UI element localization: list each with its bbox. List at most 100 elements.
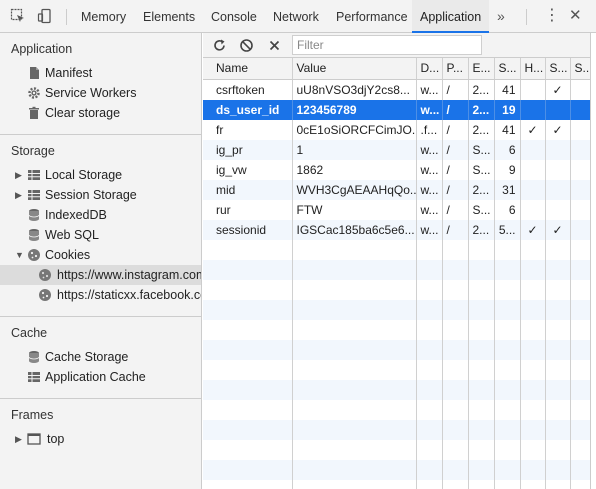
empty-table-row [203,279,596,300]
gear-icon [28,87,40,99]
menu-kebab-icon[interactable]: ⋮ [544,0,560,33]
column-header-httponly[interactable]: H... [519,58,545,80]
table-row[interactable]: rur FTW w... / S... 6 [203,199,596,220]
sidebar-item-session-storage[interactable]: ▶ Session Storage [0,185,201,205]
filter-input[interactable] [292,35,482,55]
empty-cell [203,419,292,440]
sidebar-item-indexeddb[interactable]: IndexedDB [0,205,201,225]
table-row[interactable]: ig_pr 1 w... / S... 6 [203,139,596,160]
column-header-domain[interactable]: D... [415,58,442,80]
empty-cell [519,299,545,320]
empty-cell [203,279,292,300]
empty-cell [519,419,545,440]
cell-httponly [519,99,545,120]
cell-expires: S... [467,159,494,180]
sidebar-item-manifest[interactable]: Manifest [0,63,201,83]
sidebar-item-frame-top[interactable]: ▶ top [0,429,201,449]
cell-domain: w... [415,99,442,120]
empty-cell [291,259,416,280]
empty-cell [467,239,494,260]
sidebar-item-local-storage[interactable]: ▶ Local Storage [0,165,201,185]
table-row[interactable]: ds_user_id 123456789 w... / 2... 19 [203,99,596,120]
empty-cell [493,359,520,380]
sidebar-item-cookie-origin[interactable]: https://www.instagram.com [0,265,201,285]
cell-domain: w... [415,219,442,240]
table-row[interactable]: mid WVH3CgAEAAHqQo... w... / 2... 31 [203,179,596,200]
empty-cell [519,459,545,480]
tab-application[interactable]: Application [412,0,490,33]
expand-arrow-icon[interactable]: ▶ [15,429,22,449]
element-picker-icon[interactable] [10,8,26,24]
empty-cell [467,399,494,420]
tab-console[interactable]: Console [209,0,259,33]
device-toolbar-icon[interactable] [37,8,53,24]
empty-cell [467,259,494,280]
tab-elements[interactable]: Elements [141,0,197,33]
more-tabs-button[interactable]: » [497,0,505,33]
expand-arrow-icon[interactable]: ▶ [15,165,22,185]
empty-cell [493,419,520,440]
cell-domain: w... [415,139,442,160]
empty-cell [415,479,442,489]
sidebar-item-clear-storage[interactable]: Clear storage [0,103,201,123]
empty-cell [493,279,520,300]
cell-path: / [441,99,468,120]
empty-table-row [203,299,596,320]
column-header-expires[interactable]: E... [467,58,494,80]
grid-icon [28,170,40,180]
cell-value: FTW [291,199,416,220]
table-header-row: Name Value D... P... E... S... H... S...… [203,58,596,80]
tab-memory[interactable]: Memory [79,0,128,33]
empty-cell [493,439,520,460]
cell-expires: 2... [467,99,494,120]
cell-path: / [441,79,468,100]
empty-cell [519,359,545,380]
empty-cell [415,279,442,300]
table-row[interactable]: fr 0cE1oSiORCFCimJO... .f... / 2... 41 ✓… [203,119,596,140]
column-header-size[interactable]: S... [493,58,520,80]
column-header-path[interactable]: P... [441,58,468,80]
tab-performance[interactable]: Performance [334,0,410,33]
cell-name: mid [203,179,292,200]
expand-arrow-icon[interactable]: ▶ [15,185,22,205]
cookies-toolbar [203,33,596,58]
tab-network[interactable]: Network [271,0,321,33]
sidebar-item-cookies[interactable]: ▼ Cookies [0,245,201,265]
database-icon [28,229,40,241]
close-icon[interactable]: ✕ [569,0,582,33]
column-header-value[interactable]: Value [291,58,416,80]
empty-cell [203,339,292,360]
empty-table-row [203,379,596,400]
table-row[interactable]: ig_vw 1862 w... / S... 9 [203,159,596,180]
cell-name: ig_vw [203,159,292,180]
refresh-icon[interactable] [211,37,228,54]
sidebar-item-label: https://staticxx.facebook.com [57,288,202,302]
sidebar-item-service-workers[interactable]: Service Workers [0,83,201,103]
empty-cell [467,359,494,380]
empty-cell [544,359,570,380]
cell-name: fr [203,119,292,140]
empty-cell [415,239,442,260]
delete-selected-icon[interactable] [266,37,283,54]
sidebar-item-application-cache[interactable]: Application Cache [0,367,201,387]
collapse-arrow-icon[interactable]: ▼ [15,245,24,265]
sidebar-item-websql[interactable]: Web SQL [0,225,201,245]
empty-cell [203,379,292,400]
column-header-secure[interactable]: S... [544,58,570,80]
table-row[interactable]: sessionid IGSCac185ba6c5e6... w... / 2..… [203,219,596,240]
empty-cell [519,239,545,260]
sidebar-item-cache-storage[interactable]: Cache Storage [0,347,201,367]
empty-cell [519,259,545,280]
clear-all-icon[interactable] [238,37,255,54]
sidebar-item-cookie-origin[interactable]: https://staticxx.facebook.com [0,285,202,305]
section-divider [0,398,201,399]
empty-cell [544,419,570,440]
empty-cell [415,259,442,280]
cell-path: / [441,119,468,140]
sidebar-item-label: Local Storage [45,168,123,182]
table-row[interactable]: csrftoken uU8nVSO3djY2cs8... w... / 2...… [203,79,596,100]
column-header-name[interactable]: Name [203,58,292,80]
empty-cell [291,399,416,420]
empty-cell [544,479,570,489]
empty-cell [441,399,468,420]
